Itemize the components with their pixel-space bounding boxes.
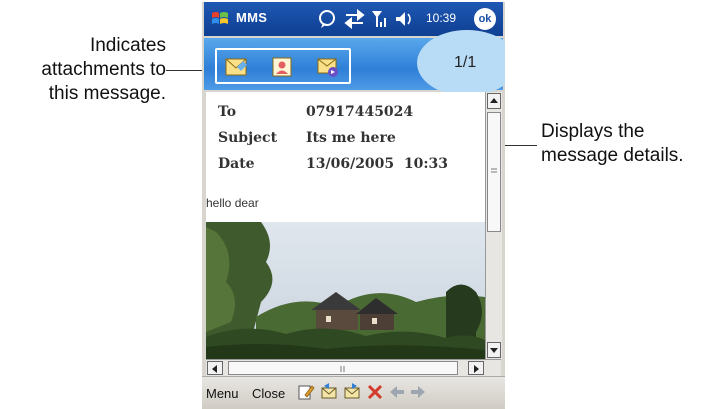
details-callout: Displays the message details. (541, 120, 716, 168)
attachment-icons-frame (215, 48, 351, 84)
previous-icon[interactable] (388, 383, 406, 401)
scroll-left-button[interactable] (207, 361, 223, 375)
date-row: Date 13/06/2005 10:33 (218, 156, 485, 182)
attachments-callout-line-1: Indicates (89, 35, 166, 56)
details-callout-line-1: Displays the (541, 121, 645, 142)
delete-icon[interactable] (366, 383, 384, 401)
horizontal-scroll-thumb[interactable] (228, 361, 458, 375)
grip-icon (340, 366, 345, 372)
subject-row: Subject Its me here (218, 130, 485, 156)
to-value: 07917445024 (306, 104, 414, 120)
attachments-callout-line-3: this message. (48, 83, 166, 104)
left-arrow-icon (212, 365, 217, 373)
page-indicator: 1/1 (454, 54, 477, 71)
attachments-callout-line-2: attachments to (41, 59, 166, 80)
scroll-right-button[interactable] (468, 361, 484, 375)
clock: 10:39 (426, 11, 457, 25)
vertical-scroll-thumb[interactable] (487, 112, 501, 232)
status-icons[interactable] (316, 7, 426, 31)
sync-icon (344, 8, 365, 30)
volume-icon (396, 12, 411, 26)
image-attachment-icon[interactable] (223, 55, 249, 79)
menu-button[interactable]: Menu (206, 386, 239, 401)
attached-photo[interactable] (206, 222, 485, 359)
app-title: MMS (236, 10, 268, 25)
up-arrow-icon (490, 98, 498, 103)
notification-icon (319, 10, 335, 28)
audio-attachment-icon[interactable] (315, 55, 341, 79)
date-value: 13/06/2005 10:33 (306, 156, 449, 172)
attachment-bar: 1/1 (204, 30, 505, 96)
subject-label: Subject (218, 130, 278, 146)
subject-value: Its me here (306, 130, 396, 146)
next-icon[interactable] (409, 383, 427, 401)
details-callout-line-2: message details. (541, 145, 684, 166)
contact-attachment-icon[interactable] (269, 55, 295, 79)
start-icon[interactable] (210, 9, 230, 29)
message-content: To 07917445024 Subject Its me here Date … (206, 92, 485, 359)
scroll-up-button[interactable] (487, 93, 501, 109)
close-button[interactable]: Close (252, 386, 285, 401)
device-screen: MMS 10:39 ok 1/1 To 07917445024 Subject … (202, 2, 505, 409)
edit-icon[interactable] (297, 383, 315, 401)
date-label: Date (218, 156, 255, 172)
right-arrow-icon (474, 365, 479, 373)
ok-button[interactable]: ok (474, 8, 496, 30)
attachments-callout: Indicates attachments to this message. (4, 34, 166, 106)
menu-bar: Menu Close (202, 376, 505, 409)
to-label: To (218, 104, 237, 120)
down-arrow-icon (490, 348, 498, 353)
signal-icon (372, 11, 386, 27)
forward-icon[interactable] (343, 383, 361, 401)
grip-icon (491, 168, 497, 173)
horizontal-scrollbar[interactable] (206, 359, 501, 376)
vertical-scrollbar[interactable] (485, 92, 502, 359)
scroll-down-button[interactable] (487, 342, 501, 358)
message-body: hello dear (206, 196, 259, 210)
reply-icon[interactable] (320, 383, 338, 401)
to-row: To 07917445024 (218, 104, 485, 130)
message-details: To 07917445024 Subject Its me here Date … (218, 104, 485, 182)
